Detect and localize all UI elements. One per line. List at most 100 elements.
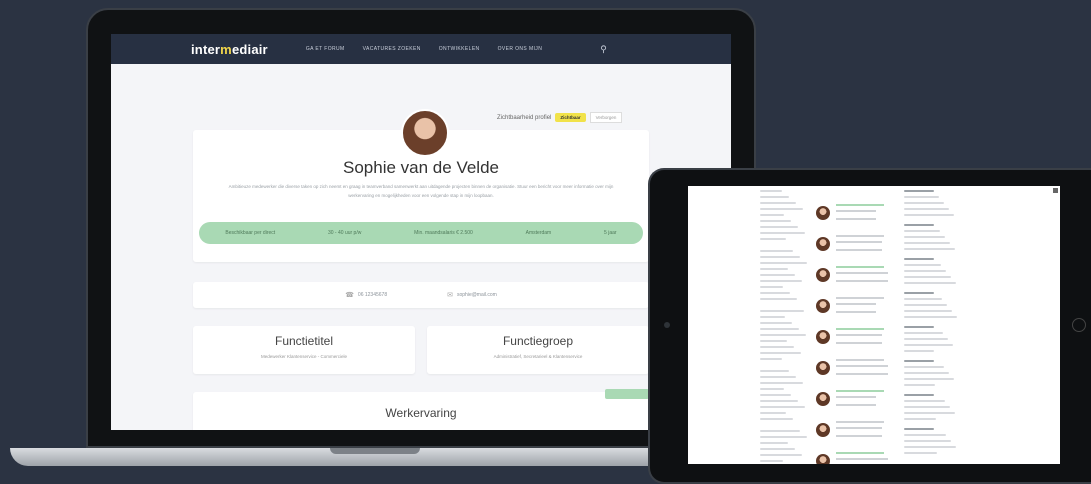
functiegroep-value: Administratief, Secretarieel & Klantense… bbox=[493, 354, 583, 359]
result-avatar bbox=[816, 361, 830, 375]
detail-line bbox=[904, 224, 934, 226]
result-text-line bbox=[836, 235, 884, 237]
result-avatar bbox=[816, 392, 830, 406]
site-logo[interactable]: intermediair bbox=[191, 42, 268, 57]
functietitel-heading: Functietitel bbox=[274, 334, 334, 348]
result-text-line bbox=[836, 421, 884, 423]
result-text-line bbox=[836, 241, 882, 243]
result-text-line bbox=[836, 404, 876, 406]
visibility-toggle-on[interactable]: Zichtbaar bbox=[555, 113, 586, 122]
detail-line bbox=[904, 248, 955, 250]
detail-line bbox=[904, 338, 948, 340]
nav-link-over-ons[interactable]: Over ons mijn bbox=[498, 46, 543, 52]
result-text-line bbox=[836, 342, 882, 344]
result-item[interactable] bbox=[816, 322, 896, 352]
filter-line bbox=[760, 316, 785, 318]
filter-line bbox=[760, 328, 799, 330]
logo-text-post: ediair bbox=[231, 41, 268, 57]
result-item[interactable] bbox=[816, 353, 896, 383]
profile-name: Sophie van de Velde bbox=[343, 158, 499, 177]
search-icon[interactable]: ⚲ bbox=[600, 44, 607, 55]
result-text-line bbox=[836, 396, 876, 398]
detail-line bbox=[904, 434, 946, 436]
profile-tags: Beschikbaar per direct 30 - 40 uur p/w M… bbox=[199, 222, 643, 244]
detail-line bbox=[904, 418, 936, 420]
detail-line bbox=[904, 298, 942, 300]
result-avatar bbox=[816, 330, 830, 344]
detail-line bbox=[904, 258, 934, 260]
result-text-line bbox=[836, 204, 884, 206]
tablet-home-button[interactable] bbox=[1072, 318, 1086, 332]
filter-line bbox=[760, 442, 788, 444]
filter-line bbox=[760, 208, 803, 210]
result-text-line bbox=[836, 266, 884, 268]
filter-line bbox=[760, 268, 788, 270]
result-item[interactable] bbox=[816, 446, 896, 464]
filter-line bbox=[760, 448, 795, 450]
result-text-line bbox=[836, 311, 876, 313]
filter-line bbox=[760, 232, 805, 234]
detail-line bbox=[904, 360, 934, 362]
logo-text-accent: m bbox=[220, 41, 232, 57]
site-navbar: intermediair Ga et forum Vacatures zoeke… bbox=[111, 34, 731, 64]
profile-bio: Ambitieuze medewerker die diverse taken … bbox=[228, 184, 614, 198]
result-item[interactable] bbox=[816, 291, 896, 321]
result-text-line bbox=[836, 359, 884, 361]
nav-link-vacatures[interactable]: Vacatures zoeken bbox=[363, 46, 421, 52]
mail-icon: ✉ bbox=[447, 292, 453, 299]
detail-line bbox=[904, 292, 934, 294]
result-item[interactable] bbox=[816, 229, 896, 259]
laptop-screen: intermediair Ga et forum Vacatures zoeke… bbox=[111, 34, 731, 430]
filter-line bbox=[760, 430, 800, 432]
detail-line bbox=[904, 196, 939, 198]
detail-line bbox=[904, 344, 953, 346]
close-icon[interactable] bbox=[1053, 188, 1058, 193]
filter-line bbox=[760, 460, 783, 462]
werkervaring-card: Werkervaring bbox=[193, 392, 649, 430]
result-avatar bbox=[816, 206, 830, 220]
filter-line bbox=[760, 406, 805, 408]
result-item[interactable] bbox=[816, 415, 896, 445]
detail-line bbox=[904, 350, 934, 352]
result-item[interactable] bbox=[816, 384, 896, 414]
detail-line bbox=[904, 236, 945, 238]
edit-button[interactable] bbox=[605, 389, 649, 399]
result-item[interactable] bbox=[816, 260, 896, 290]
filter-line bbox=[760, 202, 796, 204]
result-text-line bbox=[836, 334, 882, 336]
filter-line bbox=[760, 196, 789, 198]
detail-line bbox=[904, 230, 940, 232]
detail-line bbox=[904, 270, 946, 272]
result-text-line bbox=[836, 249, 882, 251]
result-text-line bbox=[836, 365, 888, 367]
result-text-line bbox=[836, 303, 876, 305]
contact-phone[interactable]: ☎ 06 12345678 bbox=[345, 291, 387, 299]
filter-line bbox=[760, 376, 796, 378]
filter-line bbox=[760, 286, 783, 288]
result-text-line bbox=[836, 452, 884, 454]
nav-link-ontwikkelen[interactable]: Ontwikkelen bbox=[439, 46, 480, 52]
tablet-screen bbox=[688, 186, 1060, 464]
result-text-line bbox=[836, 328, 884, 330]
detail-line bbox=[904, 384, 935, 386]
filter-line bbox=[760, 340, 787, 342]
filter-line bbox=[760, 370, 789, 372]
result-avatar bbox=[816, 454, 830, 464]
filter-line bbox=[760, 298, 797, 300]
filter-line bbox=[760, 436, 807, 438]
detail-line bbox=[904, 214, 954, 216]
detail-line bbox=[904, 264, 941, 266]
nav-link-forum[interactable]: Ga et forum bbox=[306, 46, 345, 52]
result-text-line bbox=[836, 210, 876, 212]
visibility-toggle-off[interactable]: Verborgen bbox=[589, 112, 623, 123]
filter-line bbox=[760, 214, 784, 216]
result-item[interactable] bbox=[816, 198, 896, 228]
detail-line bbox=[904, 366, 944, 368]
contact-email[interactable]: ✉ sophie@mail.com bbox=[447, 291, 497, 299]
detail-line bbox=[904, 406, 950, 408]
tag-location: Amsterdam bbox=[525, 230, 552, 236]
werkervaring-heading: Werkervaring bbox=[385, 406, 457, 420]
filter-line bbox=[760, 382, 803, 384]
tablet-detail-column bbox=[904, 186, 960, 462]
filter-line bbox=[760, 400, 798, 402]
